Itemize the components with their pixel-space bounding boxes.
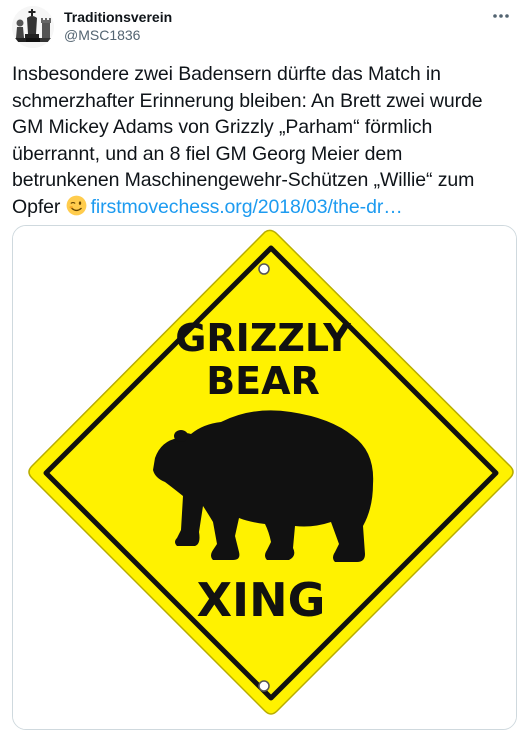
screw-hole-bottom — [258, 680, 270, 692]
more-horizontal-icon — [493, 14, 509, 18]
author-names: Traditionsverein @MSC1836 — [64, 8, 172, 44]
display-name[interactable]: Traditionsverein — [64, 8, 172, 26]
tweet-text: Insbesondere zwei Badensern dürfte das M… — [12, 61, 512, 220]
tweet: Traditionsverein @MSC1836 Insbesondere z… — [0, 0, 524, 737]
screw-hole-top — [258, 263, 270, 275]
sign-text-bear: BEAR — [206, 359, 320, 403]
winking-face-emoji — [66, 195, 87, 215]
grizzly-bear-crossing-sign: GRIZZLY BEAR XING — [13, 226, 516, 729]
more-options-button[interactable] — [490, 6, 512, 26]
tweet-media-image[interactable]: GRIZZLY BEAR XING — [12, 225, 517, 730]
handle[interactable]: @MSC1836 — [64, 26, 172, 44]
tweet-link[interactable]: firstmovechess.org/2018/03/the-dr… — [91, 196, 403, 218]
tweet-header: Traditionsverein @MSC1836 — [12, 6, 512, 48]
sign-text-xing: XING — [197, 573, 326, 627]
avatar[interactable] — [12, 6, 54, 48]
chess-pieces-icon — [12, 6, 54, 48]
sign-text-grizzly: GRIZZLY — [175, 316, 351, 360]
